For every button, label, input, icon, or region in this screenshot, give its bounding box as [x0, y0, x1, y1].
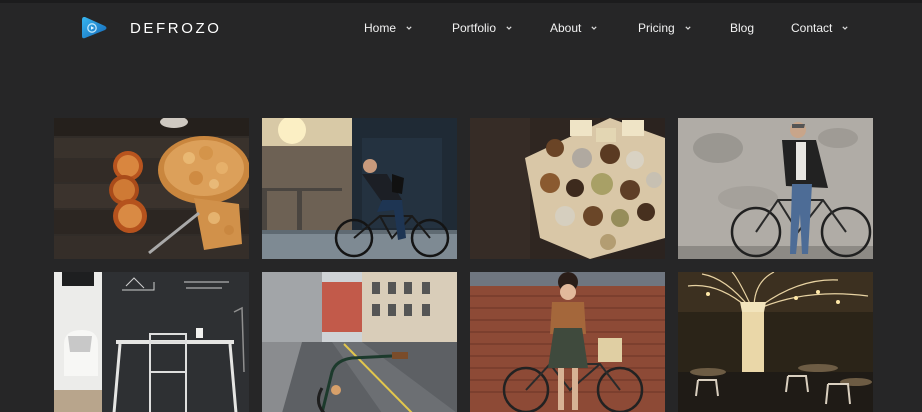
gallery-item-woman-bicycle[interactable]: [678, 118, 873, 259]
nav-item-blog[interactable]: Blog: [730, 21, 754, 35]
nav-item-pricing[interactable]: Pricing: [638, 21, 691, 35]
gallery-item-city-street[interactable]: [262, 272, 457, 412]
restaurant-photo: [678, 272, 873, 412]
nav-item-label: Blog: [730, 21, 755, 35]
nav-item-home[interactable]: Home: [364, 21, 412, 35]
nav-item-label: About: [550, 21, 582, 35]
chevron-down-icon: [842, 25, 848, 31]
chevron-down-icon: [591, 25, 597, 31]
gallery-item-workspace[interactable]: [54, 272, 249, 412]
page: DEFROZO Home Portfolio About Pricing Blo…: [0, 0, 922, 412]
nav-item-contact[interactable]: Contact: [791, 21, 848, 35]
site-header: DEFROZO Home Portfolio About Pricing Blo…: [0, 3, 922, 55]
gallery-item-restaurant[interactable]: [678, 272, 873, 412]
gallery-item-truffles[interactable]: [470, 118, 665, 259]
nav-item-portfolio[interactable]: Portfolio: [452, 21, 512, 35]
nav-item-label: Contact: [791, 21, 833, 35]
nav-item-label: Portfolio: [452, 21, 497, 35]
brand-logo[interactable]: DEFROZO: [80, 15, 222, 41]
truffles-photo: [470, 118, 665, 259]
city-street-photo: [262, 272, 457, 412]
nav-item-label: Pricing: [638, 21, 675, 35]
workspace-photo: [54, 272, 249, 412]
gallery-item-brick-wall[interactable]: [470, 272, 665, 412]
brand-name: DEFROZO: [130, 19, 222, 37]
nav-item-label: Home: [364, 21, 397, 35]
gallery-item-cyclist[interactable]: [262, 118, 457, 259]
nav-item-about[interactable]: About: [550, 21, 597, 35]
chevron-down-icon: [506, 25, 512, 31]
pie-photo: [54, 118, 249, 259]
portfolio-gallery: [54, 118, 874, 412]
chevron-down-icon: [685, 25, 691, 31]
brick-wall-photo: [470, 272, 665, 412]
woman-bicycle-photo: [678, 118, 873, 259]
gallery-item-pie[interactable]: [54, 118, 249, 259]
cyclist-photo: [262, 118, 457, 259]
chevron-down-icon: [406, 25, 412, 31]
play-triangle-icon: [80, 15, 108, 41]
